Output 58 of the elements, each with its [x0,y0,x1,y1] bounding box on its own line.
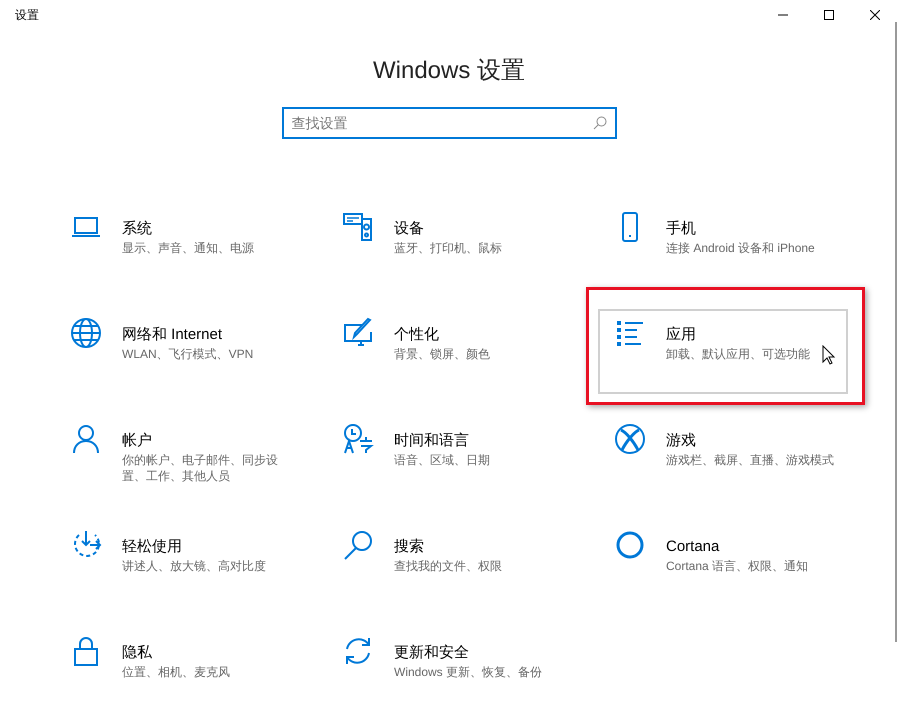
settings-tile[interactable]: 时间和语言 语音、区域、日期 [326,415,576,500]
tile-description: Windows 更新、恢复、备份 [394,664,542,680]
search-icon [592,116,606,130]
tile-description: WLAN、飞行模式、VPN [122,346,254,362]
scrollbar[interactable] [895,22,897,642]
ring-icon [614,529,646,561]
tile-description: 位置、相机、麦克风 [122,664,230,680]
page-heading: Windows 设置 [372,56,526,86]
tile-title: 网络和 Internet [122,325,224,345]
settings-tile[interactable]: 手机 连接 Android 设备和 iPhone [598,203,848,288]
tile-description: 查找我的文件、权限 [394,558,502,574]
tile-description: 语音、区域、日期 [394,452,490,468]
monitor-brush-icon [342,317,374,349]
settings-tile[interactable]: 网络和 Internet WLAN、飞行模式、VPN [54,309,304,394]
tile-description: Cortana 语言、权限、通知 [666,558,808,574]
tile-title: 游戏 [666,431,697,451]
tile-description: 你的帐户、电子邮件、同步设 置、工作、其他人员 [122,452,278,484]
tile-description: 游戏栏、截屏、直播、游戏模式 [666,452,834,468]
search-icon [342,529,374,561]
settings-tile[interactable]: Cortana Cortana 语言、权限、通知 [598,521,848,606]
settings-tile[interactable]: 设备 蓝牙、打印机、鼠标 [326,203,576,288]
tile-description: 讲述人、放大镜、高对比度 [122,558,266,574]
search-field[interactable]: 查找设置 [282,107,616,139]
tile-description: 显示、声音、通知、电源 [122,240,254,256]
xbox-icon [614,423,646,455]
settings-tile[interactable]: 个性化 背景、锁屏、颜色 [326,309,576,394]
tile-title: 搜索 [394,537,425,557]
tile-title: 更新和安全 [394,643,470,663]
settings-tile[interactable]: 游戏 游戏栏、截屏、直播、游戏模式 [598,415,848,500]
tile-title: 应用 [666,325,697,345]
tile-title: 时间和语言 [394,431,470,451]
settings-tile[interactable]: 更新和安全 Windows 更新、恢复、备份 [326,627,576,712]
settings-tile[interactable]: 系统 显示、声音、通知、电源 [54,203,304,288]
tile-title: 轻松使用 [122,537,183,557]
tile-title: Cortana [666,537,720,557]
settings-tile[interactable]: 轻松使用 讲述人、放大镜、高对比度 [54,521,304,606]
cursor-icon [822,345,836,365]
clock-language-icon [342,423,374,455]
tile-title: 帐户 [122,431,153,451]
tile-description: 蓝牙、打印机、鼠标 [394,240,502,256]
window-title: 设置 [15,7,39,24]
settings-tile[interactable]: 应用 卸载、默认应用、可选功能 [598,309,848,394]
tile-title: 设备 [394,219,425,239]
tile-title: 隐私 [122,643,153,663]
settings-tile[interactable]: 隐私 位置、相机、麦克风 [54,627,304,712]
settings-tile[interactable]: 帐户 你的帐户、电子邮件、同步设 置、工作、其他人员 [54,415,304,500]
maximize-icon [824,10,834,20]
close-icon [870,10,880,20]
keyboard-speaker-icon [342,211,374,243]
tile-title: 手机 [666,219,697,239]
person-icon [70,423,102,455]
tile-description: 连接 Android 设备和 iPhone [666,240,815,256]
tile-title: 个性化 [394,325,440,345]
globe-icon [70,317,102,349]
tile-description: 背景、锁屏、颜色 [394,346,490,362]
tile-title: 系统 [122,219,153,239]
tile-description: 卸载、默认应用、可选功能 [666,346,810,362]
settings-tile[interactable]: 搜索 查找我的文件、权限 [326,521,576,606]
